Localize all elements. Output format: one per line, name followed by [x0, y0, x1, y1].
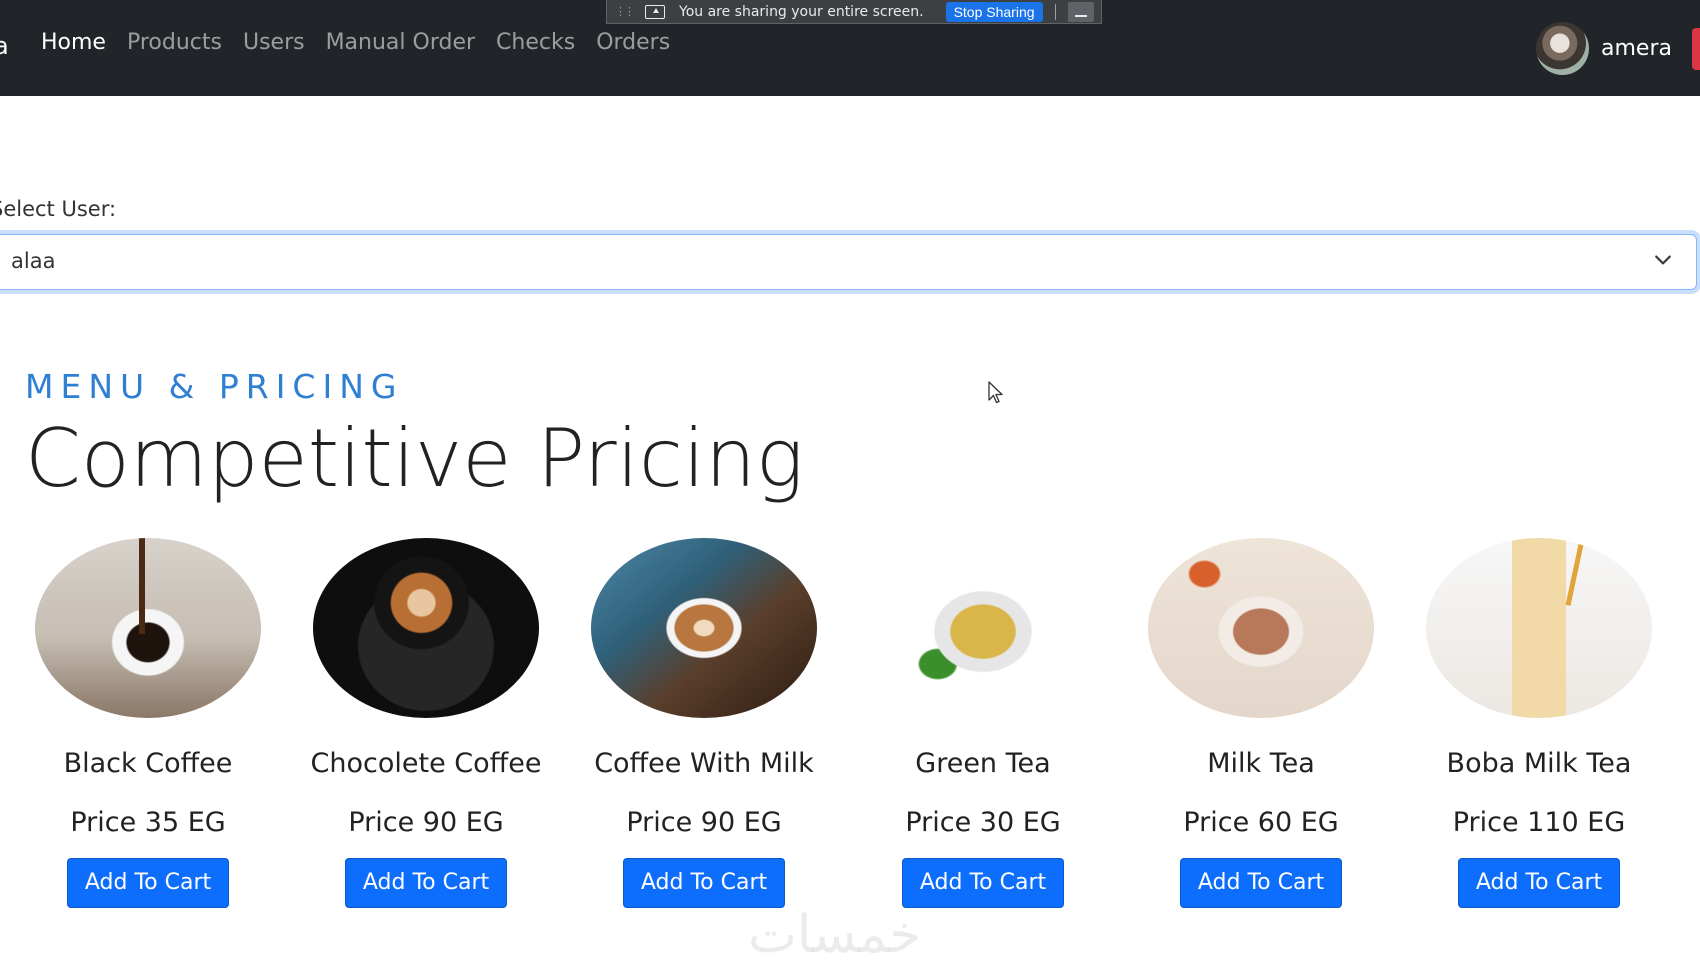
product-image-black-coffee [35, 538, 261, 718]
user-menu[interactable]: amera [1536, 22, 1700, 75]
nav-links: Home Products Users Manual Order Checks … [41, 30, 670, 55]
product-image-boba-milk-tea [1426, 538, 1652, 718]
nav-link-products[interactable]: Products [127, 30, 222, 55]
product-image-green-tea [870, 538, 1096, 718]
add-to-cart-button[interactable]: Add To Cart [623, 858, 785, 908]
add-to-cart-button[interactable]: Add To Cart [345, 858, 507, 908]
add-to-cart-button[interactable]: Add To Cart [67, 858, 229, 908]
drag-handle-icon[interactable]: ⋮⋮ [615, 5, 635, 18]
product-card: Milk Tea Price 60 EG Add To Cart [1126, 538, 1396, 908]
nav-link-manual-order[interactable]: Manual Order [326, 30, 475, 55]
brand-logo[interactable]: a [0, 32, 9, 60]
product-card: Boba Milk Tea Price 110 EG Add To Cart [1404, 538, 1674, 908]
product-price: Price 60 EG [1183, 807, 1339, 838]
chevron-down-icon [1655, 255, 1671, 265]
product-card: Black Coffee Price 35 EG Add To Cart [13, 538, 283, 908]
avatar[interactable] [1536, 22, 1590, 75]
select-user-dropdown[interactable]: alaa [0, 234, 1697, 290]
product-image-coffee-with-milk [591, 538, 817, 718]
nav-link-users[interactable]: Users [243, 30, 305, 55]
screen-share-bar: ⋮⋮ You are sharing your entire screen. S… [606, 0, 1102, 24]
product-price: Price 90 EG [626, 807, 782, 838]
product-name: Chocolete Coffee [310, 748, 542, 779]
product-image-chocolate-coffee [313, 538, 539, 718]
nav-link-checks[interactable]: Checks [496, 30, 575, 55]
nav-link-home[interactable]: Home [41, 30, 106, 55]
product-name: Boba Milk Tea [1446, 748, 1632, 779]
user-name[interactable]: amera [1601, 36, 1672, 61]
divider [1054, 3, 1056, 20]
select-user-label: Select User: [0, 197, 117, 221]
product-name: Coffee With Milk [594, 748, 814, 779]
product-price: Price 30 EG [905, 807, 1061, 838]
logout-button[interactable] [1692, 27, 1700, 70]
product-name: Milk Tea [1207, 748, 1315, 779]
stop-sharing-button[interactable]: Stop Sharing [945, 1, 1043, 22]
product-image-milk-tea [1148, 538, 1374, 718]
select-user-value: alaa [11, 249, 56, 273]
add-to-cart-button[interactable]: Add To Cart [1458, 858, 1620, 908]
watermark-logo: خمسات [748, 905, 922, 965]
product-price: Price 35 EG [70, 807, 226, 838]
product-name: Green Tea [915, 748, 1051, 779]
product-card: Green Tea Price 30 EG Add To Cart [848, 538, 1118, 908]
add-to-cart-button[interactable]: Add To Cart [1180, 858, 1342, 908]
product-name: Black Coffee [63, 748, 233, 779]
add-to-cart-button[interactable]: Add To Cart [902, 858, 1064, 908]
product-card: Chocolete Coffee Price 90 EG Add To Cart [291, 538, 561, 908]
share-screen-icon [645, 4, 665, 19]
product-card: Coffee With Milk Price 90 EG Add To Cart [569, 538, 839, 908]
nav-link-orders[interactable]: Orders [596, 30, 670, 55]
section-eyebrow: MENU & PRICING [25, 367, 404, 406]
product-price: Price 90 EG [348, 807, 504, 838]
product-price: Price 110 EG [1452, 807, 1626, 838]
mouse-cursor-icon [988, 381, 1003, 404]
minimize-button[interactable] [1067, 1, 1094, 22]
section-title: Competitive Pricing [25, 412, 804, 505]
share-message: You are sharing your entire screen. [679, 3, 924, 20]
